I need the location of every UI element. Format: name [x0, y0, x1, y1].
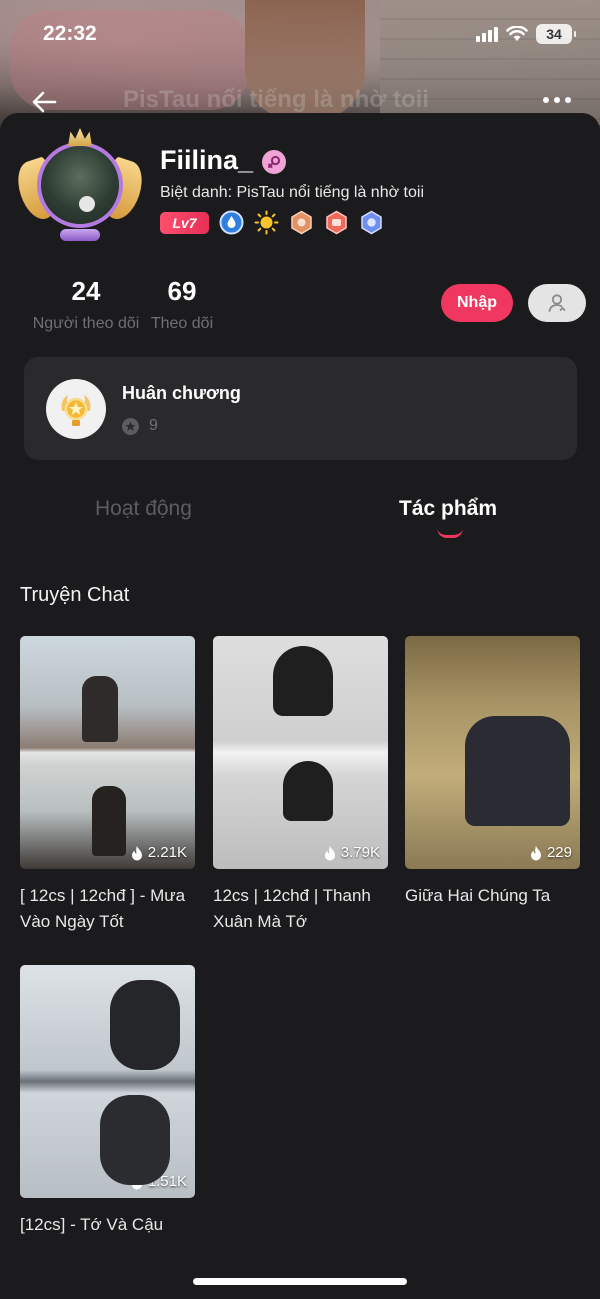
medal-count: 9	[149, 417, 158, 434]
story-title: Giữa Hai Chúng Ta	[405, 886, 551, 905]
cover-image	[245, 0, 365, 120]
flame-icon	[530, 845, 541, 860]
user-icon	[548, 294, 566, 312]
views-count: 1.51K	[147, 1173, 187, 1190]
status-time: 22:32	[43, 22, 97, 45]
star-icon	[122, 417, 139, 435]
following-count: 69	[167, 276, 197, 306]
nickname: Biệt danh: PisTau nổi tiếng là nhờ toii	[160, 184, 424, 201]
water-drop-icon[interactable]	[219, 210, 244, 235]
views-count: 229	[546, 844, 572, 861]
more-button[interactable]	[540, 88, 574, 112]
medal-card[interactable]: Huân chương 9	[24, 357, 577, 460]
hexagon-blue-icon[interactable]	[359, 210, 384, 235]
avatar-image	[37, 142, 123, 228]
signal-icon	[476, 26, 498, 42]
followers-count: 24	[71, 276, 101, 306]
section-title: Truyện Chat	[20, 584, 130, 606]
followers-stat[interactable]: 24 Người theo dõi	[28, 276, 144, 333]
crown-icon	[68, 128, 92, 146]
tab-works[interactable]: Tác phẩm	[399, 497, 497, 521]
following-stat[interactable]: 69 Theo dõi	[146, 276, 218, 333]
views-badge: 229	[529, 844, 572, 861]
flame-icon	[131, 845, 142, 860]
views-badge: 3.79K	[323, 844, 380, 861]
level-badge: Lv7	[160, 211, 209, 234]
followers-label: Người theo dõi	[32, 315, 140, 332]
tab-activity[interactable]: Hoạt động	[95, 497, 192, 521]
wifi-icon	[506, 26, 528, 41]
story-card[interactable]: 1.51K [12cs] - Tớ Và Cậu	[20, 965, 195, 1238]
home-indicator[interactable]	[193, 1278, 407, 1285]
dot-icon	[565, 97, 571, 103]
medal-title: Huân chương	[122, 383, 241, 403]
views-count: 3.79K	[340, 844, 380, 861]
story-card[interactable]: 3.79K 12cs | 12chđ | Thanh Xuân Mà Tớ	[213, 636, 388, 935]
views-count: 2.21K	[147, 844, 187, 861]
back-button[interactable]	[28, 86, 60, 118]
hexagon-red-icon[interactable]	[324, 210, 349, 235]
avatar-frame-base	[60, 229, 100, 241]
follow-button[interactable]: Nhập	[441, 284, 513, 322]
dot-icon	[554, 97, 560, 103]
story-thumbnail: 229	[405, 636, 580, 869]
medal-icon	[46, 379, 106, 439]
story-title: 12cs | 12chđ | Thanh Xuân Mà Tớ	[213, 886, 371, 931]
story-thumbnail: 3.79K	[213, 636, 388, 869]
female-gender-icon	[262, 150, 286, 174]
sun-icon[interactable]	[254, 210, 279, 235]
user-button[interactable]	[528, 284, 586, 322]
battery-icon: 34	[536, 24, 576, 44]
status-icons: 34	[476, 24, 576, 44]
views-badge: 2.21K	[130, 844, 187, 861]
cover-title: PisTau nổi tiếng là nhờ toii	[123, 86, 429, 113]
username: Fiilina_	[160, 145, 254, 175]
arrow-left-icon	[32, 91, 57, 113]
story-card[interactable]: 229 Giữa Hai Chúng Ta	[405, 636, 580, 909]
avatar[interactable]	[11, 128, 149, 245]
badge-row: Lv7	[160, 210, 384, 235]
flame-icon	[324, 845, 335, 860]
hexagon-bronze-icon[interactable]	[289, 210, 314, 235]
following-label: Theo dõi	[150, 315, 214, 332]
story-card[interactable]: 2.21K [ 12cs | 12chđ ] - Mưa Vào Ngày Tố…	[20, 636, 195, 935]
story-title: [ 12cs | 12chđ ] - Mưa Vào Ngày Tốt	[20, 886, 186, 931]
story-title: [12cs] - Tớ Và Cậu	[20, 1215, 164, 1234]
story-thumbnail: 2.21K	[20, 636, 195, 869]
story-thumbnail: 1.51K	[20, 965, 195, 1198]
medal-count-row: 9	[122, 417, 158, 435]
flame-icon	[131, 1174, 142, 1189]
views-badge: 1.51K	[130, 1173, 187, 1190]
dot-icon	[543, 97, 549, 103]
